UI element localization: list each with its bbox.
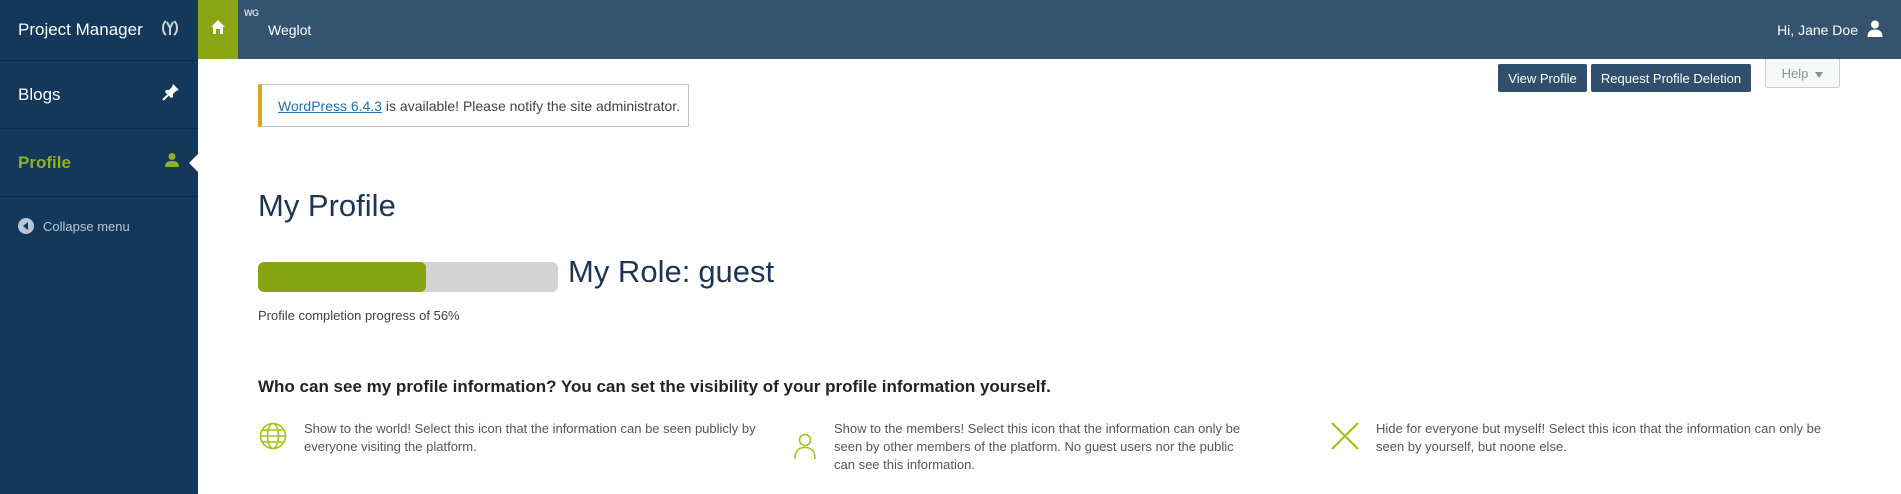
visibility-option-hidden: Hide for everyone but myself! Select thi… [1330,420,1850,456]
visibility-option-world: Show to the world! Select this icon that… [258,420,778,456]
collapse-arrow-icon [18,218,34,234]
sidebar-item-profile[interactable]: Profile [0,129,198,197]
cross-icon [1330,421,1360,456]
home-button[interactable] [198,0,238,59]
sidebar-item-label: Profile [18,152,71,172]
visibility-option-text: Show to the members! Select this icon th… [834,421,1241,472]
globe-icon [258,421,288,456]
visibility-option-text: Hide for everyone but myself! Select thi… [1376,421,1822,454]
brand-label: Project Manager [18,20,143,39]
update-notice: WordPress 6.4.3 is available! Please not… [258,84,689,127]
weglot-label: Weglot [268,21,312,38]
help-label: Help [1781,65,1809,81]
view-profile-button[interactable]: View Profile [1498,64,1587,92]
profile-progress-bar [258,262,558,292]
page-title: My Profile [258,188,396,223]
collapse-menu-button[interactable]: Collapse menu [0,197,198,255]
user-greeting[interactable]: Hi, Jane Doe [1777,20,1901,40]
visibility-option-members: Show to the members! Select this icon th… [792,420,1252,474]
collapse-menu-label: Collapse menu [43,218,130,234]
admin-sidebar: Project Manager Blogs Profile Collapse m… [0,0,198,494]
sidebar-item-label: Blogs [18,84,61,104]
role-display: My Role: guest [568,254,774,290]
weglot-menu-item[interactable]: WG Weglot [238,0,311,59]
greeting-text: Hi, Jane Doe [1777,21,1858,38]
notice-message: is available! Please notify the site adm… [382,97,681,114]
progress-caption: Profile completion progress of 56% [258,308,460,323]
account-icon [1858,20,1883,40]
profile-progress-fill [258,262,426,292]
home-icon [210,19,226,40]
help-tab-button[interactable]: Help [1765,59,1840,88]
role-label: My Role: [568,254,691,289]
caret-down-icon [1815,66,1824,81]
wordpress-update-link[interactable]: WordPress 6.4.3 [278,98,382,114]
visibility-option-text: Show to the world! Select this icon that… [304,421,756,454]
sidebar-item-blogs[interactable]: Blogs [0,61,198,129]
sidebar-brand[interactable]: Project Manager [0,0,198,61]
weglot-badge: WG [244,8,259,18]
role-value: guest [698,254,775,289]
pin-icon [162,83,180,106]
visibility-heading: Who can see my profile information? You … [258,377,1051,396]
admin-topbar: WG Weglot Hi, Jane Doe [198,0,1901,59]
brand-logo-icon [160,18,180,43]
member-icon [792,430,818,465]
user-icon [164,152,180,173]
request-profile-deletion-button[interactable]: Request Profile Deletion [1591,64,1751,92]
